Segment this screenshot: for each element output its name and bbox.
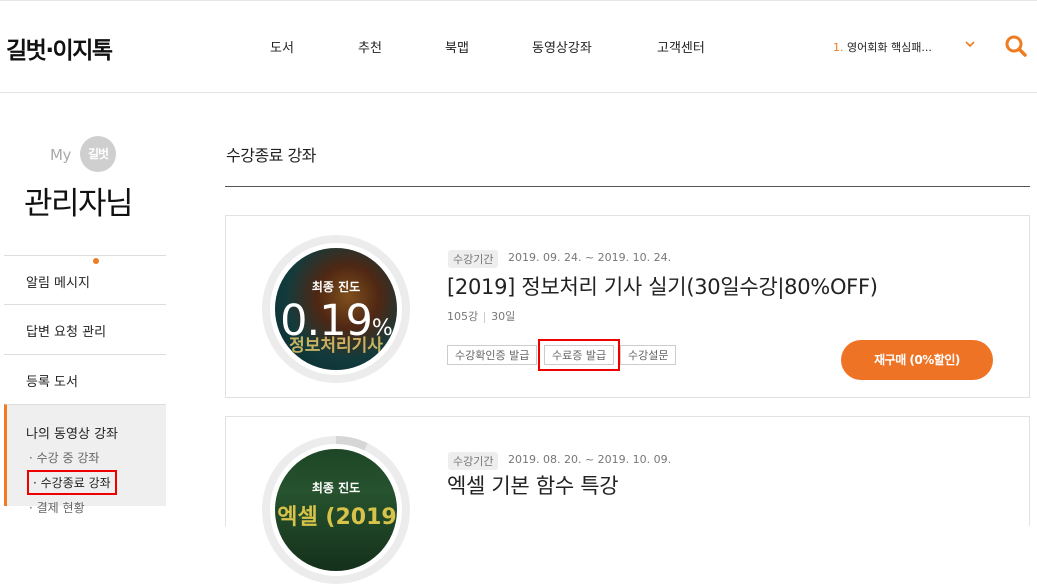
sidebar-item-label: 답변 요청 관리 [26,325,107,340]
course-survey-button[interactable]: 수강설문 [620,345,677,365]
nav-item-books[interactable]: 도서 [270,37,294,56]
ranking-text: 영어회화 핵심패... [847,41,932,54]
period-badge: 수강기간 [448,452,499,470]
course-period: 2019. 08. 20. ~ 2019. 10. 09. [508,453,672,466]
meta-divider [484,311,486,323]
progress-ring: 정보처리기사 최종 진도 0.19% [261,234,411,384]
sidebar-group-title[interactable]: 나의 동영상 강좌 [26,423,118,442]
course-card: 정보처리기사 최종 진도 0.19% 수강기간 2019. 09. 24. ~ … [225,215,1030,398]
sidebar-item-answer-requests[interactable]: 답변 요청 관리 [4,304,166,354]
course-meta: 105강 30일 [447,308,515,324]
sidebar-item-registered-books[interactable]: 등록 도서 [4,354,166,404]
course-days: 30일 [491,310,516,323]
sidebar-sub-ongoing-courses[interactable]: · 수강 중 강좌 [29,449,99,466]
chevron-down-icon[interactable] [963,38,977,50]
course-title[interactable]: 엑셀 기본 함수 특강 [447,470,619,500]
course-thumbnail[interactable]: 최종 진도 엑셀 (2019 [275,449,397,571]
period-badge: 수강기간 [448,250,499,268]
page-title: 수강종료 강좌 [226,146,316,165]
lecture-count: 105강 [447,310,479,323]
my-gilbut-badge: My 길벗 [50,136,120,176]
progress-ring: 최종 진도 엑셀 (2019 [261,435,411,585]
progress-unit: % [371,316,393,341]
main-nav: 도서 추천 북맵 동영상강좌 고객센터 [0,37,800,57]
user-name: 관리자님 [24,186,134,222]
progress-label: 최종 진도 [311,280,361,294]
sidebar-item-label: 알림 메시지 [26,276,90,291]
progress-number: 0.19 [280,296,373,346]
nav-item-video-courses[interactable]: 동영상강좌 [532,37,592,56]
progress-label: 최종 진도 [311,481,361,495]
course-thumbnail[interactable]: 정보처리기사 최종 진도 0.19% [275,248,397,370]
course-title[interactable]: [2019] 정보처리 기사 실기(30일수강|80%OFF) [447,271,878,301]
ranking-ticker[interactable]: 1. 영어회화 핵심패... [833,39,932,55]
ranking-number: 1. [833,41,844,54]
course-card: 최종 진도 엑셀 (2019 수강기간 2019. 08. 20. ~ 2019… [225,416,1030,584]
sidebar-item-notifications[interactable]: 알림 메시지 [4,255,166,305]
rebuy-button[interactable]: 재구매 (0%할인) [841,340,993,380]
attendance-certificate-button[interactable]: 수강확인증 발급 [447,345,538,365]
nav-item-bookmap[interactable]: 북맵 [445,37,469,56]
site-header: 길벗·이지톡 도서 추천 북맵 동영상강좌 고객센터 1. 영어회화 핵심패..… [0,1,1037,93]
course-period: 2019. 09. 24. ~ 2019. 10. 24. [508,251,672,264]
title-divider [225,186,1030,187]
nav-item-customer-center[interactable]: 고객센터 [657,37,705,56]
sidebar-group-my-video-courses: 나의 동영상 강좌 · 수강 중 강좌 · 수강종료 강좌 · 결제 현황 [4,404,166,515]
sidebar-item-label: 등록 도서 [26,375,78,390]
search-icon[interactable] [1004,34,1028,58]
sidebar-sub-payment-status[interactable]: · 결제 현황 [29,499,85,516]
nav-item-recommend[interactable]: 추천 [358,37,382,56]
thumbnail-title-text: 엑셀 (2019 [277,505,397,530]
gilbut-circle-logo: 길벗 [80,136,116,172]
my-label: My [50,146,71,164]
completion-certificate-button[interactable]: 수료증 발급 [537,339,621,371]
my-badge-text: 길벗 [87,147,109,161]
progress-value: 0.19% [275,296,397,346]
sidebar-sub-ended-courses[interactable]: · 수강종료 강좌 [27,470,117,495]
